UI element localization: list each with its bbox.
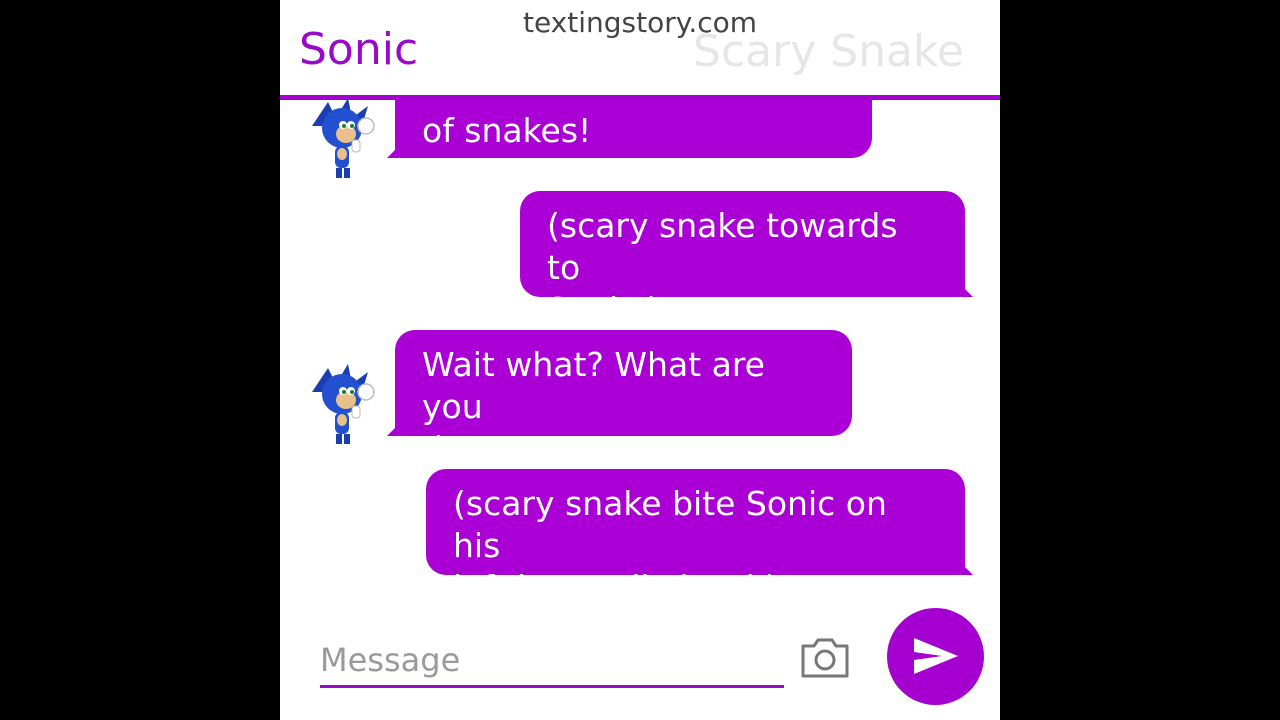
send-button[interactable]: [887, 608, 984, 705]
message-line: left leg really hard.): [453, 568, 779, 600]
message-line: (scary snake towards to: [547, 206, 898, 287]
message-bubble-sonic: Wait what? What are you do-: [387, 330, 852, 468]
camera-button[interactable]: [799, 636, 851, 680]
camera-icon: [801, 638, 849, 678]
phone-screen: … of snakes! (scary snake towards to Son…: [280, 0, 1000, 720]
message-line: Wait what? What are you: [422, 345, 765, 426]
send-icon: [914, 638, 958, 674]
message-composer: [280, 600, 1000, 720]
sonic-avatar: [302, 100, 386, 180]
message-line: Sonic.): [547, 290, 660, 329]
message-line: of snakes!: [422, 111, 592, 150]
message-input[interactable]: [320, 634, 784, 688]
message-bubble-snake: (scary snake bite Sonic on his left leg …: [426, 469, 973, 600]
message-thread[interactable]: … of snakes! (scary snake towards to Son…: [280, 100, 1000, 600]
message-bubble-snake: (scary snake towards to Sonic.): [520, 191, 973, 329]
sonic-avatar: [302, 362, 386, 446]
message-line: do-: [422, 429, 476, 468]
message-bubble-sonic: … of snakes!: [387, 100, 872, 158]
message-line: (scary snake bite Sonic on his: [453, 484, 887, 565]
header-divider: [280, 95, 1000, 100]
watermark: textingstory.com: [522, 6, 758, 39]
